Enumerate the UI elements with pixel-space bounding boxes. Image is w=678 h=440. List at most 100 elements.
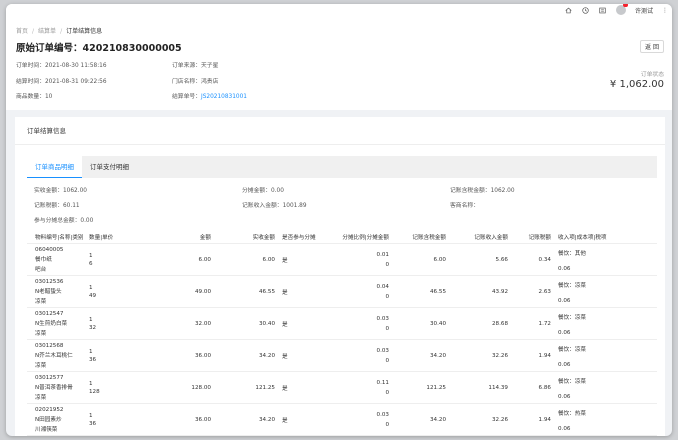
order-amount: ¥ 1,062.00 — [609, 79, 664, 90]
income-amount: 28.68 — [491, 320, 508, 327]
store-name: 门店名称：鸿贵店 — [172, 79, 219, 85]
income-item-cell: 餐饮：凉菜 0.06 — [551, 276, 657, 307]
paid-amount: 30.40 — [258, 320, 275, 327]
income-item-cell: 餐饮：其他 0.06 — [551, 244, 657, 275]
share-flag-cell: 是 — [275, 340, 331, 371]
settle-number-link[interactable]: JS20210831001 — [201, 94, 247, 100]
income-item: 餐饮：凉菜 — [558, 283, 586, 289]
amount-cell: 32.00 — [171, 308, 211, 339]
income-cell: 32.26 — [446, 404, 508, 435]
list-icon[interactable] — [599, 6, 607, 14]
section-title: 订单结算信息 — [15, 117, 665, 145]
summary-income: 记账收入金额：1001.89 — [242, 203, 307, 209]
breadcrumb-current: 订单结算信息 — [66, 28, 103, 35]
material-name: 餐巾纸 — [35, 256, 52, 263]
breadcrumb: 首页 / 结算单 / 订单结算信息 — [16, 28, 103, 35]
income-cell: 32.26 — [446, 340, 508, 371]
order-time: 订单时间：2021-08-30 11:58:16 — [16, 63, 107, 69]
ratio-cell: 0.03 0 — [331, 340, 389, 371]
tab-payment-detail[interactable]: 订单支付明细 — [82, 156, 137, 178]
order-source: 订单来源：天子星 — [172, 63, 219, 69]
share-ratio: 0.01 — [376, 251, 389, 258]
share-ratio: 0.04 — [376, 283, 389, 290]
col-header: 分摊比例|分摊金额 — [342, 234, 389, 241]
col-header: 记账收入金额 — [474, 234, 508, 241]
amount: 128.00 — [191, 384, 211, 391]
tax-cell: 2.63 — [508, 276, 551, 307]
paid-amount: 121.25 — [255, 384, 275, 391]
breadcrumb-settlement[interactable]: 结算单 — [38, 28, 56, 35]
income-amount: 43.92 — [491, 288, 508, 295]
settlement-card: 订单结算信息 订单商品明细 订单支付明细 实收金额：1062.00 分摊金额：0… — [15, 117, 665, 436]
material-category: 凉菜 — [35, 394, 47, 401]
share-flag-cell: 是 — [275, 244, 331, 275]
material-category: 凉菜 — [35, 298, 47, 305]
settle-number-label: 结算单号： — [172, 94, 201, 100]
income-item: 餐饮：凉菜 — [558, 315, 586, 321]
share-flag-cell: 是 — [275, 308, 331, 339]
username[interactable]: 许测试 — [635, 6, 653, 15]
material-name: N芥兰木耳桃仁 — [35, 352, 73, 359]
tab-goods-detail[interactable]: 订单商品明细 — [27, 156, 82, 178]
income-amount: 32.26 — [491, 352, 508, 359]
tax-cell: 1.94 — [508, 340, 551, 371]
material-category: 凉菜 — [35, 330, 47, 337]
amount: 36.00 — [194, 352, 211, 359]
material-cell: 02021952 N田园素炒 川湘筷菜 — [27, 404, 89, 435]
income-item: 餐饮：热菜 — [558, 411, 586, 417]
status-label: 订单状态 — [640, 72, 664, 78]
goods-table: 物料编号|名称|类别 数量|单价 金额 实收金额 是否参与分摊 分摊比例|分摊金… — [27, 230, 657, 436]
amount-cell: 49.00 — [171, 276, 211, 307]
breadcrumb-home[interactable]: 首页 — [16, 28, 28, 35]
back-button[interactable]: 返 回 — [640, 40, 664, 53]
ratio-cell: 0.11 0 — [331, 372, 389, 403]
amount: 32.00 — [194, 320, 211, 327]
tax-amount: 1.94 — [538, 352, 551, 359]
table-row[interactable]: 06040005 餐巾纸 吧台 1 6 6.00 6.00 是 0.01 0 6.00 5.66 0.3… — [27, 244, 657, 276]
table-row[interactable]: 03012568 N芥兰木耳桃仁 凉菜 1 36 36.00 34.20 是 0.03 0 34.2… — [27, 340, 657, 372]
material-code: 02021952 — [35, 406, 64, 413]
ratio-cell: 0.01 0 — [331, 244, 389, 275]
table-row[interactable]: 03012577 N普洱茶香排骨 凉菜 1 128 128.00 121.25 是 0.11 0 1… — [27, 372, 657, 404]
table-row[interactable]: 03012547 N生煎奶白菜 凉菜 1 32 32.00 30.40 是 0.03 0 30.40… — [27, 308, 657, 340]
material-name: N普洱茶香排骨 — [35, 384, 73, 391]
tax-incl-amount: 34.20 — [429, 416, 446, 423]
tax-incl-cell: 121.25 — [389, 372, 446, 403]
more-icon[interactable]: ⋮ — [662, 7, 668, 14]
income-item: 餐饮：其他 — [558, 251, 586, 257]
col-header: 物料编号|名称|类别 — [35, 234, 84, 241]
summary-merchant: 客商名称： — [450, 203, 479, 209]
tax-rate: 0.06 — [558, 426, 571, 432]
material-category: 川湘筷菜 — [35, 426, 58, 433]
tax-rate: 0.06 — [558, 298, 571, 304]
share-flag: 是 — [282, 385, 288, 392]
income-item-cell: 餐饮：凉菜 0.06 — [551, 308, 657, 339]
paid-cell: 6.00 — [211, 244, 275, 275]
settle-number: 结算单号：JS20210831001 — [172, 91, 247, 100]
home-icon[interactable] — [565, 6, 573, 14]
table-row[interactable]: 03012536 N老醋蛰头 凉菜 1 49 49.00 46.55 是 0.04 0 46.55 4… — [27, 276, 657, 308]
col-header: 数量|单价 — [89, 234, 114, 241]
tax-rate: 0.06 — [558, 362, 571, 368]
income-cell: 114.39 — [446, 372, 508, 403]
paid-amount: 6.00 — [262, 256, 275, 263]
tax-amount: 2.63 — [538, 288, 551, 295]
order-header: 首页 / 结算单 / 订单结算信息 原始订单编号：420210830000005 返 回… — [6, 16, 672, 110]
material-code: 06040005 — [35, 246, 64, 253]
clock-icon[interactable] — [582, 6, 590, 14]
tax-incl-amount: 34.20 — [429, 352, 446, 359]
material-code: 03012577 — [35, 374, 64, 381]
income-item-cell: 餐饮：凉菜 0.06 — [551, 372, 657, 403]
ratio-cell: 0.03 0 — [331, 404, 389, 435]
tax-cell: 0.34 — [508, 244, 551, 275]
qty-price-cell: 1 36 — [89, 340, 171, 371]
avatar[interactable] — [615, 4, 628, 15]
quantity: 1 — [89, 316, 93, 323]
share-flag: 是 — [282, 257, 288, 264]
col-header: 是否参与分摊 — [282, 234, 316, 241]
paid-cell: 121.25 — [211, 372, 275, 403]
table-row[interactable]: 02021952 N田园素炒 川湘筷菜 1 36 36.00 34.20 是 0.03 0 34.2… — [27, 404, 657, 436]
income-item: 餐饮：凉菜 — [558, 347, 586, 353]
qty-price-cell: 16 — [89, 244, 171, 275]
summary-tax-incl: 记账含税金额：1062.00 — [450, 188, 515, 194]
